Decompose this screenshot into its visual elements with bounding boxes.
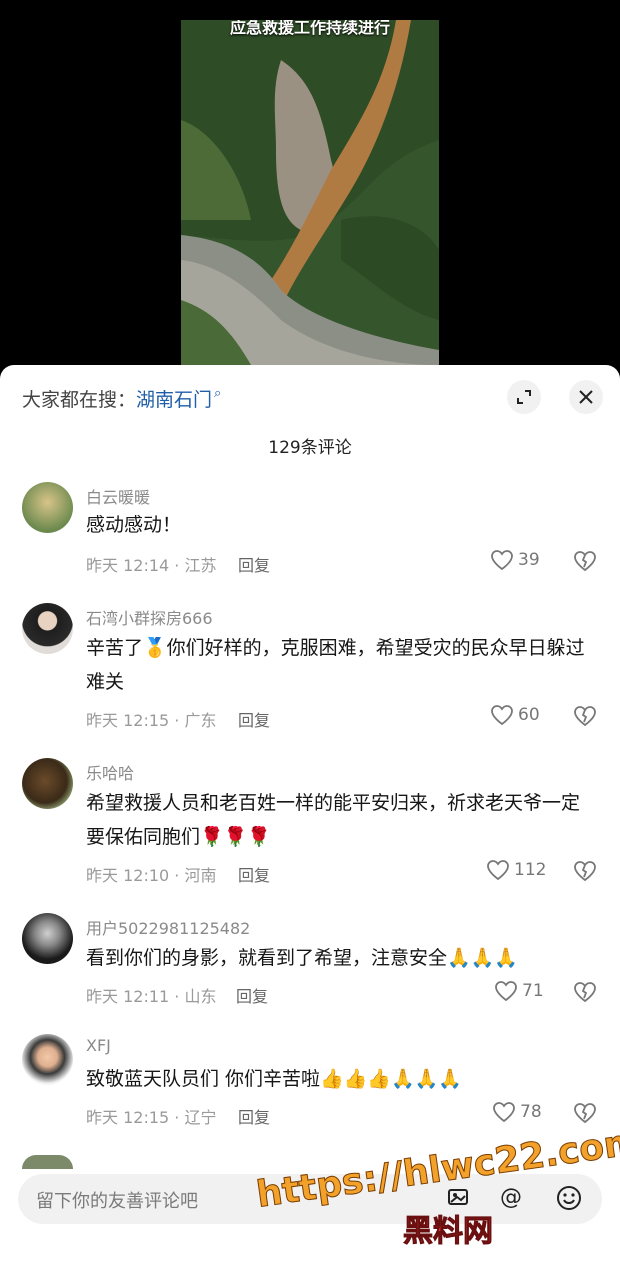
comment-text: 致敬蓝天队员们 你们辛苦啦👍👍👍🙏🙏🙏	[86, 1068, 462, 1090]
comment-text: 感动感动！	[86, 514, 182, 536]
comment-username[interactable]: 乐哈哈	[86, 760, 134, 784]
expand-icon	[517, 390, 531, 404]
trending-search[interactable]: 大家都在搜： 湖南石门 ⌕	[22, 385, 221, 412]
comment-text: 辛苦了🥇你们好样的，克服困难，希望受灾的民众早日躲过难关	[86, 637, 585, 693]
comment-username[interactable]: 石湾小群探房666	[86, 605, 213, 629]
comment-time: 昨天 12:15 · 辽宁	[86, 1108, 217, 1127]
like-button[interactable]: 78	[492, 1101, 542, 1123]
close-button[interactable]	[569, 380, 603, 414]
like-count: 71	[522, 981, 544, 1001]
dislike-icon[interactable]	[573, 550, 597, 572]
image-icon[interactable]	[446, 1185, 470, 1215]
heart-icon	[491, 550, 513, 571]
like-button[interactable]: 60	[490, 704, 540, 726]
heart-icon	[493, 1102, 515, 1123]
like-button[interactable]: 39	[490, 549, 540, 571]
expand-button[interactable]	[507, 380, 541, 414]
like-count: 60	[518, 705, 540, 725]
dislike-icon[interactable]	[573, 705, 597, 727]
reply-button[interactable]: 回复	[238, 552, 270, 576]
reply-button[interactable]: 回复	[236, 983, 268, 1007]
comment-time: 昨天 12:11 · 山东	[86, 987, 217, 1006]
like-count: 39	[518, 550, 540, 570]
comment-input-placeholder: 留下你的友善评论吧	[36, 1191, 198, 1212]
mention-icon[interactable]: @	[500, 1185, 522, 1210]
heart-icon	[495, 981, 517, 1002]
avatar[interactable]	[22, 758, 73, 809]
dislike-icon[interactable]	[573, 860, 597, 882]
avatar[interactable]	[22, 482, 73, 533]
comment-input[interactable]: 留下你的友善评论吧 @	[18, 1174, 602, 1224]
reply-button[interactable]: 回复	[238, 707, 270, 731]
avatar[interactable]	[22, 1034, 73, 1085]
emoji-icon[interactable]	[556, 1185, 582, 1217]
avatar[interactable]	[22, 913, 73, 964]
comment-time: 昨天 12:15 · 广东	[86, 711, 217, 730]
comment-count: 129条评论	[268, 438, 352, 458]
heart-icon	[487, 860, 509, 881]
heart-icon	[491, 705, 513, 726]
dislike-icon[interactable]	[573, 981, 597, 1003]
avatar[interactable]	[22, 603, 73, 654]
comment-text: 希望救援人员和老百姓一样的能平安归来，祈求老天爷一定要保佑同胞们🌹🌹🌹	[86, 792, 581, 848]
like-count: 78	[520, 1102, 542, 1122]
video-area[interactable]: 应急救援工作持续进行	[0, 0, 620, 365]
comments-panel: 大家都在搜： 湖南石门 ⌕ 129条评论 白云暖暖 感动感动！ 昨天 12:14…	[0, 365, 620, 1280]
like-button[interactable]: 71	[494, 980, 544, 1002]
comment-time: 昨天 12:14 · 江苏	[86, 556, 217, 575]
comment-username[interactable]: XFJ	[86, 1036, 111, 1055]
video-frame[interactable]: 应急救援工作持续进行	[181, 20, 439, 365]
comment-time: 昨天 12:10 · 河南	[86, 866, 217, 885]
search-icon: ⌕	[214, 386, 222, 401]
reply-button[interactable]: 回复	[238, 1104, 270, 1128]
comment-text: 看到你们的身影，就看到了希望，注意安全🙏🙏🙏	[86, 947, 518, 969]
search-term-link[interactable]: 湖南石门	[136, 385, 212, 412]
reply-button[interactable]: 回复	[238, 862, 270, 886]
like-count: 112	[514, 860, 547, 880]
avatar	[22, 1155, 73, 1169]
close-icon	[579, 390, 593, 404]
dislike-icon[interactable]	[573, 1102, 597, 1124]
landslide-image	[181, 20, 439, 365]
like-button[interactable]: 112	[486, 859, 546, 881]
comment-username[interactable]: 用户5022981125482	[86, 915, 250, 939]
search-prefix: 大家都在搜：	[22, 389, 137, 411]
comment-username[interactable]: 白云暖暖	[86, 484, 150, 508]
video-caption: 应急救援工作持续进行	[229, 20, 390, 37]
